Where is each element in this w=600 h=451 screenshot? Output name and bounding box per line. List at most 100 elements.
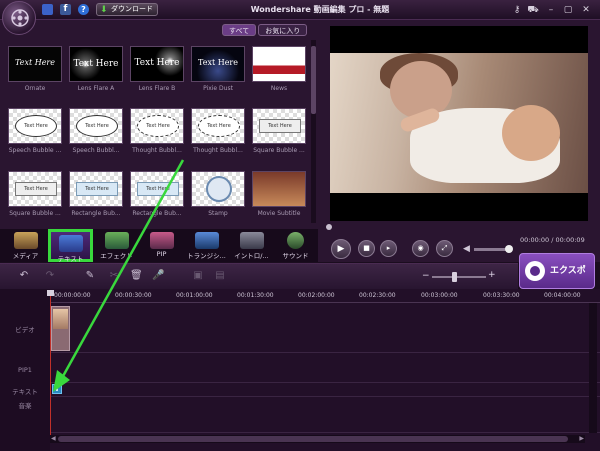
template-thumbnail: [191, 171, 245, 207]
template-pixie-dust[interactable]: Text Here Pixie Dust: [191, 46, 247, 102]
zoom-in-icon[interactable]: +: [488, 270, 496, 280]
zoom-slider-knob[interactable]: [452, 272, 457, 282]
template-thought-bubble-1[interactable]: Text Here Thought Bubbl...: [130, 108, 186, 164]
playhead-line: [50, 290, 51, 440]
template-lens-flare-b[interactable]: Text Here Lens Flare B: [130, 46, 186, 102]
minimize-button[interactable]: –: [545, 4, 557, 16]
tab-intro-credits[interactable]: イントロ/...: [229, 229, 274, 262]
save-icon[interactable]: [42, 4, 53, 15]
intro-icon: [239, 232, 264, 249]
template-thumbnail: Text Here: [69, 108, 123, 144]
fullscreen-icon[interactable]: ⤢: [436, 240, 453, 257]
cart-icon[interactable]: ⛟: [527, 4, 539, 16]
text-track[interactable]: [50, 383, 600, 397]
record-voice-icon[interactable]: 🎤: [152, 270, 164, 282]
maximize-button[interactable]: ▢: [562, 4, 574, 16]
undo-icon[interactable]: ↶: [18, 270, 30, 282]
template-news[interactable]: News: [252, 46, 308, 102]
play-button[interactable]: ▶: [331, 239, 351, 259]
tab-transitions[interactable]: トランジシ...: [184, 229, 229, 262]
ruler-tick-label: 00:02:00:00: [298, 292, 335, 299]
timeline-horizontal-scrollbar[interactable]: ◀ ▶: [50, 435, 585, 443]
template-lens-flare-a[interactable]: Text Here Lens Flare A: [69, 46, 125, 102]
film-reel-icon: [525, 261, 545, 281]
seek-slider[interactable]: [326, 224, 332, 230]
tab-pip[interactable]: PIP: [139, 229, 184, 262]
delete-icon[interactable]: 🗑: [130, 270, 143, 282]
zoom-slider[interactable]: [432, 276, 486, 278]
pip-icon: [149, 232, 174, 249]
pip-track[interactable]: [50, 353, 600, 383]
download-button[interactable]: ⬇ ダウンロード: [96, 3, 158, 16]
ruler-tick-label: 00:03:30:00: [483, 292, 520, 299]
template-rectangle-bubble-1[interactable]: Text Here Rectangle Bub...: [69, 171, 125, 227]
template-square-bubble-1[interactable]: Text Here Square Bubble ...: [252, 108, 308, 164]
template-thought-bubble-2[interactable]: Text Here Thought Bubbl...: [191, 108, 247, 164]
library-scrollbar[interactable]: [311, 40, 316, 223]
tab-sound[interactable]: サウンド: [273, 229, 318, 262]
zoom-out-icon[interactable]: −: [422, 271, 430, 281]
ruler-tick-label: 00:01:00:00: [176, 292, 213, 299]
help-icon[interactable]: ?: [78, 4, 89, 15]
template-label: Movie Subtitle: [257, 210, 301, 217]
template-thumbnail: Text Here: [130, 46, 184, 82]
template-square-bubble-2[interactable]: Text Here Square Bubble ...: [8, 171, 64, 227]
ruler-tick-label: 00:04:00:00: [544, 292, 581, 299]
key-icon[interactable]: ⚷: [511, 4, 523, 16]
template-label: Pixie Dust: [203, 85, 233, 92]
split-screen-icon[interactable]: ▣: [192, 270, 204, 282]
ruler-tick-label: 00:03:00:00: [421, 292, 458, 299]
export-button[interactable]: エクスポート: [519, 253, 595, 310]
text-clip[interactable]: T: [52, 384, 62, 394]
window-title: Wondershare 動画編集 プロ - 無題: [250, 5, 390, 14]
template-speech-bubble-2[interactable]: Text Here Speech Bubbl...: [69, 108, 125, 164]
media-icon: [13, 232, 38, 249]
template-label: Lens Flare A: [77, 85, 115, 92]
tab-effects[interactable]: エフェクト: [94, 229, 139, 262]
track-label-pip: PIP1: [18, 366, 32, 374]
next-frame-button[interactable]: ▸: [380, 240, 397, 257]
filter-all-tab[interactable]: すべて: [222, 24, 257, 36]
template-rectangle-bubble-2[interactable]: Text Here Rectangle Bub...: [130, 171, 186, 227]
template-stamp[interactable]: Stamp: [191, 171, 247, 227]
template-label: Stamp: [208, 210, 228, 217]
speed-icon[interactable]: ▤: [214, 270, 226, 282]
ruler-tick-label: 00:01:30:00: [237, 292, 274, 299]
timeline-vertical-scrollbar[interactable]: [589, 303, 597, 433]
template-thumbnail: Text Here: [8, 46, 62, 82]
video-track[interactable]: [50, 303, 600, 353]
facebook-icon[interactable]: f: [60, 4, 71, 15]
template-speech-bubble-1[interactable]: Text Here Speech Bubble ...: [8, 108, 64, 164]
template-label: Ornate: [24, 85, 46, 92]
template-label: Speech Bubble ...: [8, 147, 62, 154]
volume-knob[interactable]: [505, 245, 513, 253]
snapshot-icon[interactable]: ◉: [412, 240, 429, 257]
video-preview[interactable]: [330, 26, 588, 221]
filter-favorites-tab[interactable]: お気に入り: [258, 24, 308, 36]
tab-media[interactable]: メディア: [3, 229, 48, 262]
template-thumbnail: Text Here: [8, 171, 62, 207]
stop-button[interactable]: ■: [358, 240, 375, 257]
playhead-handle[interactable]: [47, 290, 54, 296]
ruler-tick-label: 00:00:30:00: [115, 292, 152, 299]
ruler-tick-label: 00:00:00:00: [54, 292, 91, 299]
video-clip[interactable]: [51, 306, 70, 351]
edit-icon[interactable]: ✎: [84, 270, 96, 282]
template-thumbnail: Text Here: [191, 108, 245, 144]
music-track[interactable]: [50, 397, 600, 433]
redo-icon[interactable]: ↷: [44, 270, 56, 282]
scrollbar-thumb[interactable]: [311, 46, 316, 114]
template-movie-subtitle[interactable]: Movie Subtitle: [252, 171, 308, 227]
template-label: Lens Flare B: [138, 85, 176, 92]
template-thumbnail: Text Here: [69, 46, 123, 82]
sound-icon: [287, 232, 304, 249]
scrollbar-thumb[interactable]: [58, 436, 568, 442]
close-button[interactable]: ✕: [580, 4, 592, 16]
template-thumbnail: [252, 171, 306, 207]
tab-text[interactable]: テキスト: [48, 229, 93, 263]
template-ornate[interactable]: Text Here Ornate: [8, 46, 64, 102]
clip-thumbnail: [53, 309, 68, 329]
volume-slider[interactable]: [474, 248, 508, 251]
cut-icon[interactable]: ✂: [108, 270, 120, 282]
volume-icon[interactable]: ◀: [463, 244, 470, 254]
